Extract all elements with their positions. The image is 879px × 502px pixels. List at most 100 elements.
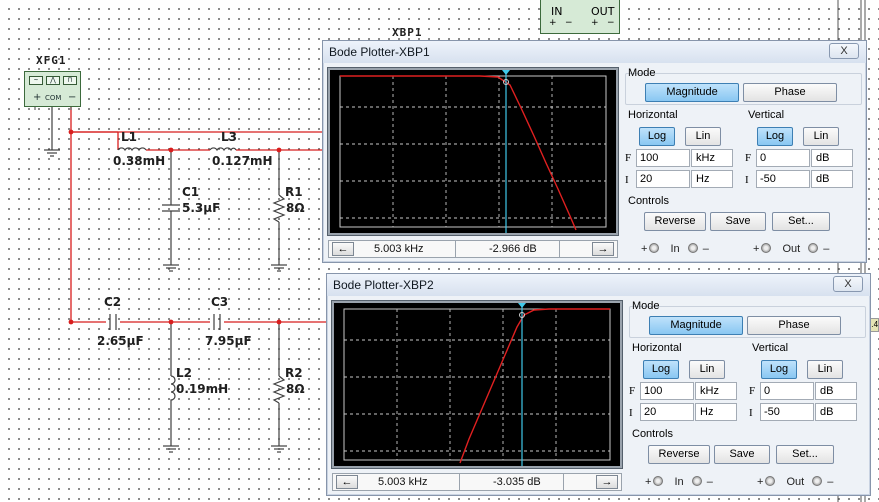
magnitude-plot <box>343 303 611 466</box>
plot-screen[interactable] <box>331 300 623 469</box>
vertical-log-button[interactable]: Log <box>761 360 797 379</box>
out-plus-sign: + <box>757 476 764 488</box>
magnitude-button[interactable]: Magnitude <box>649 316 743 335</box>
minus-terminal-label: − <box>68 92 77 103</box>
magnitude-trace <box>340 75 577 231</box>
out-minus-terminal-icon[interactable] <box>808 243 819 253</box>
h-final-field[interactable]: 100 <box>636 149 690 167</box>
out-plus-terminal-icon[interactable] <box>761 243 772 253</box>
out-terminals: + Out – <box>757 476 833 488</box>
v-initial-field[interactable]: -50 <box>760 403 814 421</box>
titlebar[interactable]: Bode Plotter-XBP2 X <box>327 274 870 296</box>
h-final-field[interactable]: 100 <box>640 382 694 400</box>
l3-name: L3 <box>221 130 237 144</box>
reverse-button[interactable]: Reverse <box>644 212 706 231</box>
bode-io-block[interactable]: IN OUT + − + − <box>540 0 620 34</box>
set-button[interactable]: Set... <box>776 445 834 464</box>
out-plus-terminal-icon[interactable] <box>765 476 776 486</box>
window-title: Bode Plotter-XBP2 <box>333 278 434 292</box>
plot-screen[interactable] <box>327 67 619 236</box>
close-button[interactable]: X <box>829 43 859 59</box>
in-plus-terminal-icon[interactable] <box>649 243 660 253</box>
cursor-right-button[interactable]: → <box>596 475 618 489</box>
magnitude-button[interactable]: Magnitude <box>645 83 739 102</box>
v-initial-unit[interactable]: dB <box>815 403 857 421</box>
bode-plotter-window-2[interactable]: Bode Plotter-XBP2 X ← 5.003 kHz -3.035 d… <box>326 273 871 496</box>
cursor-left-button[interactable]: ← <box>336 475 358 489</box>
out-plus-sign: + <box>753 243 760 255</box>
cursor-right-button[interactable]: → <box>592 242 614 256</box>
c1-value: 5.3µF <box>182 201 221 215</box>
magnitude-plot <box>339 70 607 233</box>
out-minus-terminal-icon[interactable] <box>812 476 823 486</box>
horizontal-log-button[interactable]: Log <box>639 127 675 146</box>
horizontal-log-button[interactable]: Log <box>643 360 679 379</box>
v-initial-unit[interactable]: dB <box>811 170 853 188</box>
h-final-unit[interactable]: kHz <box>691 149 733 167</box>
function-generator[interactable]: ~ ⋀ ⊓ + COM − <box>24 71 81 107</box>
h-initial-field[interactable]: 20 <box>640 403 694 421</box>
plot-grid <box>340 76 606 227</box>
plus-terminal-label: + <box>33 92 42 103</box>
c2-name: C2 <box>104 295 122 309</box>
in-minus-pin: − <box>565 18 573 28</box>
h-initial-unit[interactable]: Hz <box>691 170 733 188</box>
l3-value: 0.127mH <box>212 154 273 168</box>
readout-divider <box>559 241 560 257</box>
v-initial-field[interactable]: -50 <box>756 170 810 188</box>
out-plus-pin: + <box>591 18 599 28</box>
h-initial-field[interactable]: 20 <box>636 170 690 188</box>
out-label: Out <box>786 476 805 488</box>
vertical-lin-button[interactable]: Lin <box>807 360 843 379</box>
horizontal-label: Horizontal <box>628 109 678 121</box>
v-final-unit[interactable]: dB <box>815 382 857 400</box>
v-final-label: F <box>749 385 756 397</box>
v-final-unit[interactable]: dB <box>811 149 853 167</box>
vertical-log-button[interactable]: Log <box>757 127 793 146</box>
v-final-field[interactable]: 0 <box>756 149 810 167</box>
function-generator-name: XFG1 <box>36 54 67 67</box>
in-minus-terminal-icon[interactable] <box>691 476 702 486</box>
reverse-button[interactable]: Reverse <box>648 445 710 464</box>
readout-divider <box>459 474 460 490</box>
c2-value: 2.65µF <box>97 334 144 348</box>
magnitude-trace <box>459 308 610 464</box>
readout-frequency: 5.003 kHz <box>374 243 424 255</box>
v-final-label: F <box>745 152 752 164</box>
horizontal-lin-button[interactable]: Lin <box>689 360 725 379</box>
window-title: Bode Plotter-XBP1 <box>329 45 430 59</box>
h-initial-unit[interactable]: Hz <box>695 403 737 421</box>
save-button[interactable]: Save <box>710 212 766 231</box>
out-minus-sign: – <box>823 243 830 255</box>
bode-plotter-window-1[interactable]: Bode Plotter-XBP1 X ← 5.003 kHz -2.966 d… <box>322 40 867 263</box>
readout-gain: -2.966 dB <box>489 243 537 255</box>
in-label: In <box>674 476 684 488</box>
in-minus-sign: – <box>706 476 713 488</box>
in-plus-terminal-icon[interactable] <box>653 476 664 486</box>
r2-name: R2 <box>285 366 303 380</box>
bode-instrument-name: XBP1 <box>392 26 423 39</box>
cursor-readout: ← 5.003 kHz -3.035 dB → <box>332 473 622 491</box>
save-button[interactable]: Save <box>714 445 770 464</box>
close-button[interactable]: X <box>833 276 863 292</box>
v-final-field[interactable]: 0 <box>760 382 814 400</box>
l1-name: L1 <box>121 130 137 144</box>
phase-button[interactable]: Phase <box>743 83 837 102</box>
mode-label: Mode <box>632 300 660 312</box>
r1-name: R1 <box>285 185 303 199</box>
h-final-unit[interactable]: kHz <box>695 382 737 400</box>
cursor-left-button[interactable]: ← <box>332 242 354 256</box>
out-terminals: + Out – <box>753 243 829 255</box>
horizontal-lin-button[interactable]: Lin <box>685 127 721 146</box>
in-plus-pin: + <box>549 18 557 28</box>
r2-value: 8Ω <box>286 382 305 396</box>
readout-frequency: 5.003 kHz <box>378 476 428 488</box>
mode-label: Mode <box>628 67 656 79</box>
phase-button[interactable]: Phase <box>747 316 841 335</box>
set-button[interactable]: Set... <box>772 212 830 231</box>
in-minus-terminal-icon[interactable] <box>687 243 698 253</box>
titlebar[interactable]: Bode Plotter-XBP1 X <box>323 41 866 63</box>
plot-grid <box>344 309 610 460</box>
vertical-lin-button[interactable]: Lin <box>803 127 839 146</box>
out-label: OUT <box>591 5 615 18</box>
